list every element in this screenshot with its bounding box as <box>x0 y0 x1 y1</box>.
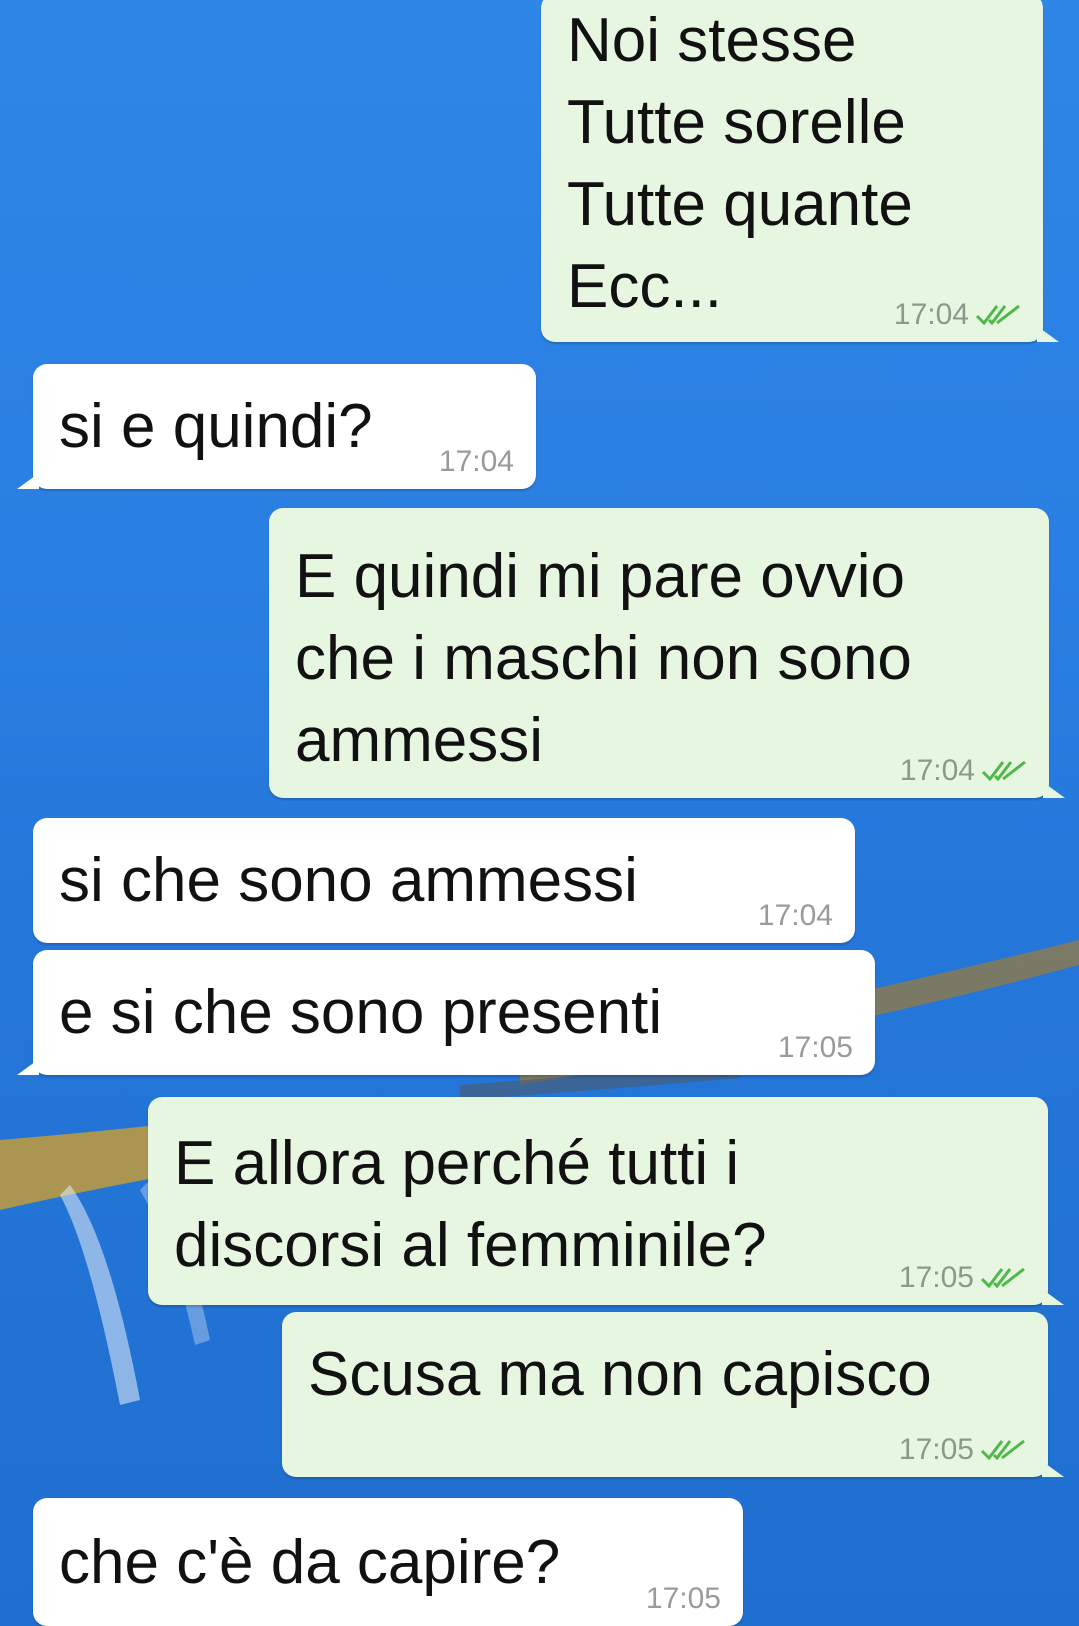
message-outgoing[interactable]: Scusa ma non capisco 17:05 <box>282 1312 1064 1477</box>
message-time: 17:05 <box>898 1433 974 1466</box>
message-text: E quindi mi pare ovvio <box>295 542 905 611</box>
double-check-icon <box>980 1267 1025 1289</box>
double-check-icon <box>975 304 1020 326</box>
message-outgoing[interactable]: E allora perché tutti i discorsi al femm… <box>148 1097 1064 1305</box>
message-meta: 17:04 <box>758 899 833 933</box>
message-meta: 17:05 <box>646 1582 721 1616</box>
message-meta: 17:04 <box>894 298 1021 332</box>
message-time: 17:04 <box>438 445 514 478</box>
message-text: che c'è da capire? <box>59 1528 561 1597</box>
message-text: e si che sono presenti <box>59 978 663 1047</box>
double-check-icon <box>980 1439 1025 1461</box>
message-time: 17:04 <box>899 754 975 787</box>
message-meta: 17:05 <box>899 1433 1026 1467</box>
message-time: 17:04 <box>757 899 833 932</box>
message-text: Tutte quante <box>567 170 913 239</box>
message-meta: 17:05 <box>899 1261 1026 1295</box>
message-incoming[interactable]: che c'è da capire? 17:05 <box>33 1498 743 1626</box>
chat-conversation: Noi stesse Tutte sorelle Tutte quante Ec… <box>0 0 1079 1626</box>
message-text: che i maschi non sono <box>295 624 912 693</box>
message-incoming[interactable]: si che sono ammessi 17:04 <box>33 818 855 943</box>
message-time: 17:05 <box>898 1261 974 1294</box>
message-text: E allora perché tutti i <box>174 1129 740 1198</box>
message-time: 17:05 <box>645 1582 721 1615</box>
message-outgoing[interactable]: E quindi mi pare ovvio che i maschi non … <box>269 508 1065 798</box>
message-meta: 17:05 <box>778 1031 853 1065</box>
message-meta: 17:04 <box>900 754 1027 788</box>
message-incoming[interactable]: si e quindi? 17:04 <box>17 364 536 489</box>
message-incoming[interactable]: e si che sono presenti 17:05 <box>17 950 875 1075</box>
message-text: Tutte sorelle <box>567 88 906 157</box>
double-check-icon <box>981 760 1026 782</box>
message-text: si che sono ammessi <box>59 846 638 915</box>
message-meta: 17:04 <box>439 445 514 479</box>
message-outgoing[interactable]: Noi stesse Tutte sorelle Tutte quante Ec… <box>541 0 1059 342</box>
message-time: 17:05 <box>777 1031 853 1064</box>
message-text: Noi stesse <box>567 6 857 75</box>
message-text: Scusa ma non capisco <box>308 1340 932 1409</box>
message-time: 17:04 <box>893 298 969 331</box>
